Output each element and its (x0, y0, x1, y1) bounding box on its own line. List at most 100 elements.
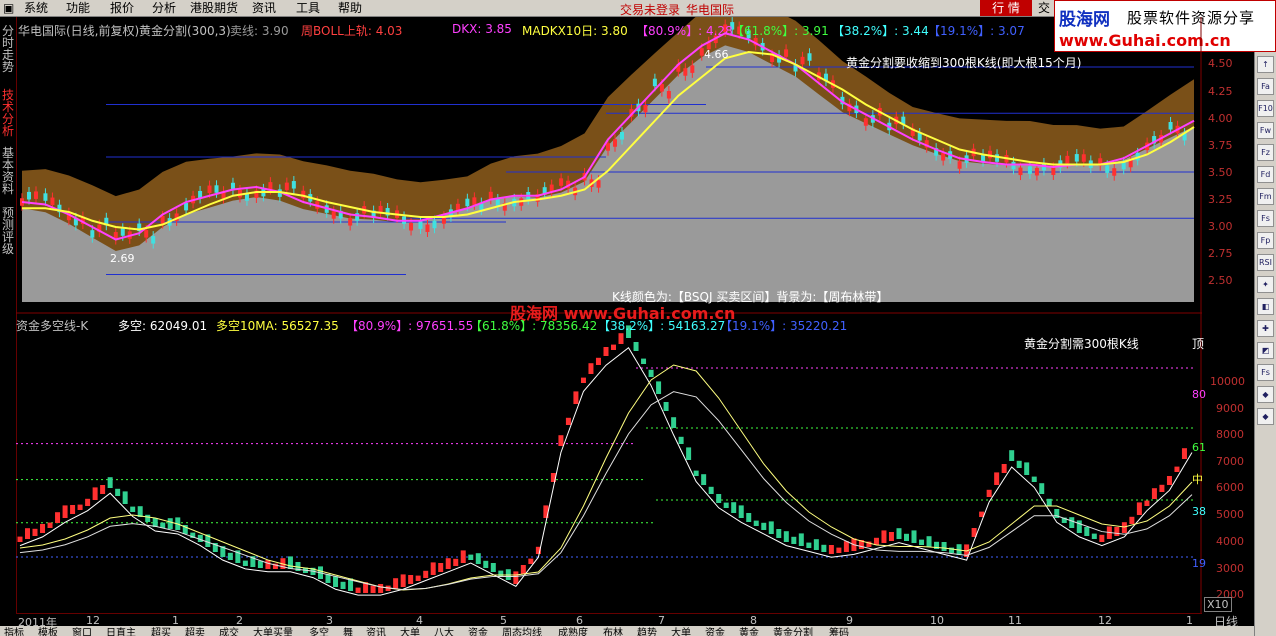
watermark-text: 股海网 www.Guhai.com.cn (510, 304, 736, 323)
price-high-label: 4.66 (704, 48, 729, 61)
menu-item-analysis[interactable]: 分析 (152, 1, 176, 15)
system-menu-icon[interactable]: ▣ (3, 1, 14, 15)
capital-candle (107, 477, 113, 488)
bottom-tab[interactable]: 舞 (343, 626, 353, 636)
toolbar-button[interactable]: Fm (1257, 188, 1274, 205)
bottom-tab[interactable]: 成熟度 (558, 626, 588, 636)
capital-candle (1031, 476, 1037, 482)
fib-382-label: 【38.2%】: 3.44 (832, 24, 929, 38)
toolbar-button[interactable]: Fd (1257, 166, 1274, 183)
tab-intraday[interactable]: 分时走势 (1, 25, 15, 73)
price-candle (596, 180, 601, 188)
menu-item-function[interactable]: 功能 (66, 1, 90, 15)
menu-item-system[interactable]: 系统 (24, 1, 48, 15)
bottom-tab[interactable]: 周态均线 (502, 626, 542, 636)
bottom-tab[interactable]: 黄金分割 (773, 626, 813, 636)
capital-candle (678, 436, 684, 444)
capital-candle (731, 502, 737, 513)
capital-candle (438, 563, 444, 572)
toolbar-button[interactable]: ◧ (1257, 298, 1274, 315)
long-short-value: 多空: 62049.01 (118, 319, 208, 333)
price-candle (807, 53, 812, 61)
level-mark-61: 61 (1192, 441, 1206, 454)
toolbar-button[interactable]: ↑ (1257, 56, 1274, 73)
menu-item-quote[interactable]: 报价 (110, 1, 134, 15)
lower-axis-label: 5000 (1216, 508, 1244, 521)
capital-candle (378, 584, 384, 593)
capital-candle (836, 547, 842, 553)
bottom-tab[interactable]: 布林 (603, 626, 623, 636)
capital-candle (558, 435, 564, 446)
bottom-tab[interactable]: 资金 (705, 626, 725, 636)
toolbar-button[interactable]: ◩ (1257, 342, 1274, 359)
bottom-tab[interactable]: 资讯 (366, 626, 386, 636)
toolbar-button[interactable]: Fp (1257, 232, 1274, 249)
bottom-tab[interactable]: 超卖 (185, 626, 205, 636)
capital-candle (40, 524, 46, 533)
toolbar-button[interactable]: RSI (1257, 254, 1274, 271)
capital-candle (588, 363, 594, 374)
toolbar-button[interactable]: ◆ (1257, 386, 1274, 403)
capital-candle (453, 558, 459, 566)
lower-chart-title[interactable]: 资金多空线-K (16, 317, 88, 334)
bottom-tab[interactable]: 资金 (468, 626, 488, 636)
bottom-tab[interactable]: 超买 (151, 626, 171, 636)
capital-candle (1069, 517, 1075, 528)
menu-item-tools[interactable]: 工具 (296, 1, 320, 15)
bottom-tab[interactable]: 趋势 (637, 626, 657, 636)
toolbar-button[interactable]: F10 (1257, 100, 1274, 117)
fib-809-label: 【80.9%】: 4.28 (636, 24, 733, 38)
upper-axis-label: 3.00 (1208, 220, 1233, 233)
tab-technical-analysis[interactable]: 技术分析 (1, 89, 15, 137)
bottom-tab[interactable]: 八大 (434, 626, 454, 636)
bottom-tab[interactable]: 指标 (4, 626, 24, 636)
bottom-tab[interactable]: 大单 (400, 626, 420, 636)
tab-trade[interactable]: 交 (1038, 1, 1050, 15)
price-candle (652, 78, 657, 87)
bottom-tab[interactable]: 模板 (38, 626, 58, 636)
bottom-tab[interactable]: 筹码 (829, 626, 849, 636)
toolbar-button[interactable]: Fz (1257, 144, 1274, 161)
toolbar-button[interactable]: Fw (1257, 122, 1274, 139)
bottom-tab[interactable]: 成交 (219, 626, 239, 636)
menu-item-help[interactable]: 帮助 (338, 1, 362, 15)
capital-candle (926, 536, 932, 547)
bottom-tab[interactable]: 多空 (309, 626, 329, 636)
tab-market-quotes[interactable]: 行 情 (980, 0, 1032, 16)
menu-item-news[interactable]: 资讯 (252, 1, 276, 15)
price-candle (50, 197, 55, 206)
toolbar-button[interactable]: Fs (1257, 364, 1274, 381)
toolbar-button[interactable]: ◆ (1257, 408, 1274, 425)
capital-candle (408, 575, 414, 584)
bottom-tab[interactable]: 日直主 (106, 626, 136, 636)
price-candle (559, 178, 564, 186)
capital-candle (753, 520, 759, 526)
lower-axis-label: 7000 (1216, 455, 1244, 468)
bottom-tab[interactable]: 大单买量 (253, 626, 293, 636)
capital-candle (1166, 476, 1172, 485)
price-candle (331, 211, 336, 219)
stock-terminal-window: ▣ 系统 功能 报价 分析 港股期货 资讯 工具 帮助 交易未登录 华电国际 行… (0, 0, 1276, 636)
price-candle (432, 220, 437, 229)
lower-top-mark: 顶 (1192, 337, 1205, 351)
price-candle (1051, 167, 1056, 175)
toolbar-button[interactable]: ✦ (1257, 276, 1274, 293)
upper-indicator-name[interactable]: 黄金分割(300,3) (139, 22, 231, 39)
toolbar-button[interactable]: Fa (1257, 78, 1274, 95)
price-candle (1065, 155, 1070, 164)
price-candle (90, 230, 95, 238)
capital-candle (686, 447, 692, 460)
tab-fundamentals[interactable]: 基本资料 (1, 147, 15, 195)
tab-forecast-rating[interactable]: 预测评级 (1, 207, 15, 255)
menu-item-hk-futures[interactable]: 港股期货 (190, 1, 238, 15)
capital-candle (941, 542, 947, 551)
price-candle (620, 132, 624, 140)
toolbar-button[interactable]: Fs (1257, 210, 1274, 227)
toolbar-button[interactable]: ✚ (1257, 320, 1274, 337)
trade-login-status[interactable]: 交易未登录 (620, 1, 680, 18)
bottom-tab[interactable]: 窗口 (72, 626, 92, 636)
bottom-tab[interactable]: 大单 (671, 626, 691, 636)
zoom-level[interactable]: X10 (1204, 597, 1232, 612)
bottom-tab[interactable]: 黄金 (739, 626, 759, 636)
capital-candle (423, 570, 429, 578)
